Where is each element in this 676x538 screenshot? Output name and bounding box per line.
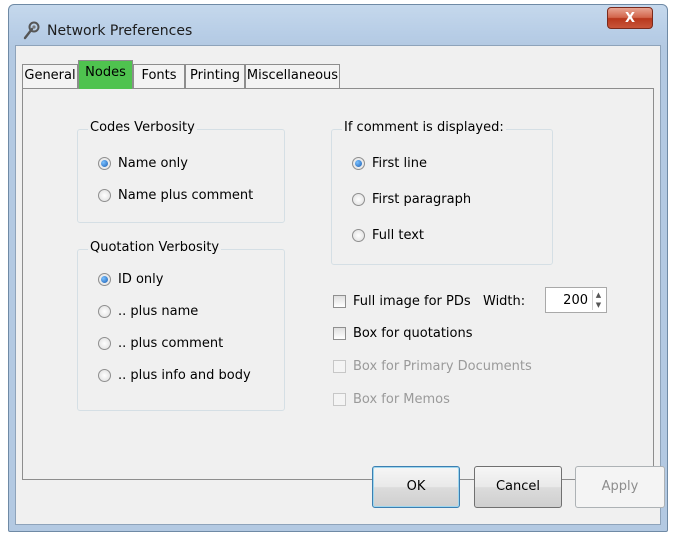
tab-printing[interactable]: Printing (185, 64, 245, 88)
radio-label: Full text (372, 228, 425, 243)
radio-label: .. plus name (118, 304, 199, 319)
dialog-client: General Nodes Fonts Printing Miscellaneo… (15, 45, 665, 525)
radio-button[interactable] (98, 189, 111, 202)
radio-button[interactable] (98, 305, 111, 318)
title-bar[interactable]: Network Preferences X (9, 5, 667, 47)
radio-button[interactable] (352, 157, 365, 170)
spin-down-icon[interactable]: ▼ (593, 300, 604, 310)
radio-label: Name plus comment (118, 188, 254, 203)
checkbox-label: Box for Memos (353, 392, 450, 407)
codes-verbosity-title: Codes Verbosity (88, 120, 197, 135)
radio-button[interactable] (98, 273, 111, 286)
checkbox[interactable] (333, 295, 346, 308)
radio-button[interactable] (98, 337, 111, 350)
width-spinner[interactable]: 200 ▲ ▼ (545, 287, 607, 313)
spinner-arrows[interactable]: ▲ ▼ (592, 290, 604, 310)
radio-button[interactable] (98, 157, 111, 170)
checkbox (333, 393, 346, 406)
comment-display-group: If comment is displayed: First line Firs… (331, 120, 553, 265)
radio-label: Name only (118, 156, 188, 171)
codes-verbosity-group: Codes Verbosity Name only Name plus comm… (77, 120, 285, 223)
network-preferences-icon (23, 21, 40, 40)
radio-button[interactable] (352, 193, 365, 206)
close-button[interactable]: X (607, 7, 653, 29)
quotation-verbosity-title: Quotation Verbosity (88, 240, 222, 255)
tab-fonts[interactable]: Fonts (133, 64, 185, 88)
radio-label: ID only (118, 272, 164, 287)
checkbox[interactable] (333, 327, 346, 340)
comment-display-title: If comment is displayed: (342, 120, 506, 135)
checkbox-label: Full image for PDs (353, 294, 471, 309)
checkbox (333, 360, 346, 373)
radio-label: First line (372, 156, 427, 171)
dialog-window: Network Preferences X General Nodes Font… (8, 4, 668, 532)
checkbox-label: Box for quotations (353, 326, 473, 341)
radio-button[interactable] (352, 229, 365, 242)
width-label: Width: (483, 294, 526, 309)
window-title: Network Preferences (47, 23, 193, 39)
ok-button[interactable]: OK (372, 466, 460, 508)
cancel-button[interactable]: Cancel (474, 466, 562, 508)
spin-up-icon[interactable]: ▲ (593, 290, 604, 300)
width-value[interactable]: 200 (563, 293, 588, 308)
tab-miscellaneous[interactable]: Miscellaneous (245, 64, 340, 88)
radio-button[interactable] (98, 369, 111, 382)
quotation-verbosity-group: Quotation Verbosity ID only .. plus name… (77, 240, 285, 411)
radio-label: .. plus comment (118, 336, 224, 351)
nodes-panel: Codes Verbosity Name only Name plus comm… (22, 88, 654, 480)
radio-label: First paragraph (372, 192, 472, 207)
tab-nodes[interactable]: Nodes (78, 60, 133, 89)
tab-general[interactable]: General (22, 64, 78, 88)
checkbox-label: Box for Primary Documents (353, 359, 532, 374)
apply-button: Apply (575, 466, 665, 508)
radio-label: .. plus info and body (118, 368, 251, 383)
